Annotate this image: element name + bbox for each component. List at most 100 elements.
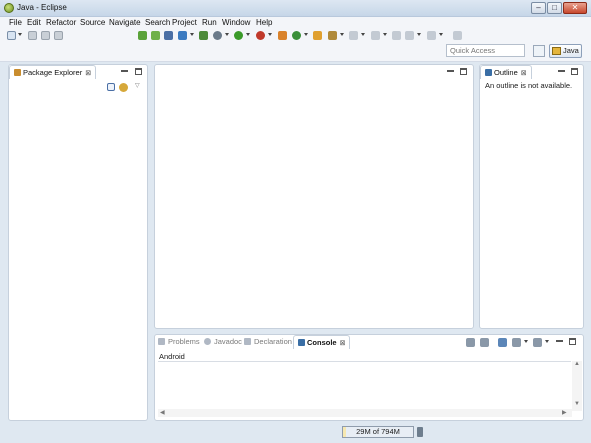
new-icon[interactable] xyxy=(7,31,16,40)
save-all-icon[interactable] xyxy=(41,31,50,40)
pin-console-icon[interactable] xyxy=(498,338,507,347)
console-output: Android xyxy=(159,352,185,361)
tab-outline[interactable]: Outline ⊠ xyxy=(480,65,532,79)
open-console-icon[interactable] xyxy=(533,338,542,347)
editor-maximize-icon[interactable] xyxy=(460,68,467,75)
dropdown-icon[interactable] xyxy=(190,33,194,36)
package-explorer-tabrow: Package Explorer ⊠ xyxy=(9,65,147,79)
tab-declaration[interactable]: Declaration xyxy=(244,337,292,347)
menu-run[interactable]: Run xyxy=(202,17,217,28)
menu-help[interactable]: Help xyxy=(256,17,272,28)
lint-icon[interactable] xyxy=(164,31,173,40)
new-class-dropdown-icon[interactable] xyxy=(304,33,308,36)
tab-close-icon[interactable]: ⊠ xyxy=(340,337,346,351)
display-console-dropdown-icon[interactable] xyxy=(524,340,528,343)
heap-status: 29M of 794M xyxy=(342,426,414,438)
debug-dropdown-icon[interactable] xyxy=(225,33,229,36)
last-edit-icon[interactable] xyxy=(392,31,401,40)
java-perspective-button[interactable]: Java xyxy=(549,44,582,58)
open-perspective-icon[interactable] xyxy=(533,45,545,57)
pin-editor-icon[interactable] xyxy=(453,31,462,40)
menu-edit[interactable]: Edit xyxy=(27,17,41,28)
annotation-dropdown-icon[interactable] xyxy=(361,33,365,36)
outline-message: An outline is not available. xyxy=(485,81,573,90)
new-android-project-icon[interactable] xyxy=(178,31,187,40)
scroll-up-icon[interactable]: ▲ xyxy=(574,361,580,367)
minimize-view-icon[interactable] xyxy=(121,68,128,72)
scroll-lock-icon[interactable] xyxy=(480,338,489,347)
maximize-view-icon[interactable] xyxy=(135,68,142,75)
outline-tabrow: Outline ⊠ xyxy=(480,65,583,79)
outline-view: Outline ⊠ An outline is not available. xyxy=(479,64,584,329)
console-vertical-scrollbar[interactable]: ▲ ▼ xyxy=(572,361,582,411)
menu-source[interactable]: Source xyxy=(80,17,105,28)
scroll-right-icon[interactable]: ▶ xyxy=(562,409,567,416)
minimize-view-icon[interactable] xyxy=(558,68,565,72)
package-explorer-icon xyxy=(14,69,21,76)
toggle-annotation-icon[interactable] xyxy=(349,31,358,40)
scroll-down-icon[interactable]: ▼ xyxy=(574,401,580,407)
android-sdk-manager-icon[interactable] xyxy=(138,31,147,40)
console-horizontal-scrollbar[interactable]: ◀ ▶ xyxy=(158,409,572,417)
menu-search[interactable]: Search xyxy=(145,17,170,28)
maximize-view-icon[interactable] xyxy=(571,68,578,75)
tab-close-icon[interactable]: ⊠ xyxy=(521,67,527,81)
search-icon[interactable] xyxy=(328,31,337,40)
search-dropdown-icon[interactable] xyxy=(340,33,344,36)
debug-icon[interactable] xyxy=(213,31,222,40)
new-dropdown-icon[interactable] xyxy=(18,33,22,36)
status-bar xyxy=(0,424,591,443)
back-icon[interactable] xyxy=(405,31,414,40)
tab-console[interactable]: Console ⊠ xyxy=(293,335,351,351)
tab-problems[interactable]: Problems xyxy=(158,337,200,347)
next-annotation-icon[interactable] xyxy=(371,31,380,40)
maximize-button[interactable]: □ xyxy=(547,2,562,14)
menu-navigate[interactable]: Navigate xyxy=(109,17,141,28)
close-button[interactable]: ✕ xyxy=(563,2,587,14)
external-tools-icon[interactable] xyxy=(256,31,265,40)
console-view: Problems Javadoc Declaration Console ⊠ An… xyxy=(154,334,584,421)
forward-dropdown-icon[interactable] xyxy=(439,33,443,36)
scroll-left-icon[interactable]: ◀ xyxy=(160,409,165,416)
display-console-icon[interactable] xyxy=(512,338,521,347)
menu-window[interactable]: Window xyxy=(222,17,250,28)
new-test-icon[interactable] xyxy=(199,31,208,40)
tab-close-icon[interactable]: ⊠ xyxy=(85,67,91,81)
external-tools-dropdown-icon[interactable] xyxy=(268,33,272,36)
tab-outline-label: Outline xyxy=(494,68,518,77)
clear-console-icon[interactable] xyxy=(466,338,475,347)
java-perspective-icon xyxy=(552,47,561,55)
menu-refactor[interactable]: Refactor xyxy=(46,17,76,28)
outline-icon xyxy=(485,69,492,76)
new-java-class-icon[interactable] xyxy=(292,31,301,40)
back-dropdown-icon[interactable] xyxy=(417,33,421,36)
tab-problems-label: Problems xyxy=(168,337,200,346)
open-type-icon[interactable] xyxy=(313,31,322,40)
next-annotation-dropdown-icon[interactable] xyxy=(383,33,387,36)
forward-icon[interactable] xyxy=(427,31,436,40)
minimize-button[interactable]: – xyxy=(531,2,546,14)
open-console-dropdown-icon[interactable] xyxy=(545,340,549,343)
android-avd-manager-icon[interactable] xyxy=(151,31,160,40)
menu-file[interactable]: File xyxy=(9,17,22,28)
menu-project[interactable]: Project xyxy=(172,17,197,28)
print-icon[interactable] xyxy=(54,31,63,40)
editor-minimize-icon[interactable] xyxy=(447,68,454,72)
quick-access-input[interactable] xyxy=(446,44,525,57)
console-icon xyxy=(298,339,305,346)
view-menu-icon[interactable]: ▽ xyxy=(135,82,140,89)
link-with-editor-icon[interactable] xyxy=(119,83,128,92)
editor-area[interactable] xyxy=(154,64,474,329)
run-dropdown-icon[interactable] xyxy=(246,33,250,36)
main-toolbar xyxy=(0,28,591,43)
collapse-all-icon[interactable] xyxy=(107,83,115,91)
garbage-collect-icon[interactable] xyxy=(417,427,423,437)
tab-package-explorer[interactable]: Package Explorer ⊠ xyxy=(9,65,97,81)
minimize-view-icon[interactable] xyxy=(556,338,563,342)
maximize-view-icon[interactable] xyxy=(569,338,576,345)
java-perspective-label: Java xyxy=(563,46,579,55)
run-icon[interactable] xyxy=(234,31,243,40)
save-icon[interactable] xyxy=(28,31,37,40)
tab-javadoc[interactable]: Javadoc xyxy=(204,337,242,347)
new-java-package-icon[interactable] xyxy=(278,31,287,40)
